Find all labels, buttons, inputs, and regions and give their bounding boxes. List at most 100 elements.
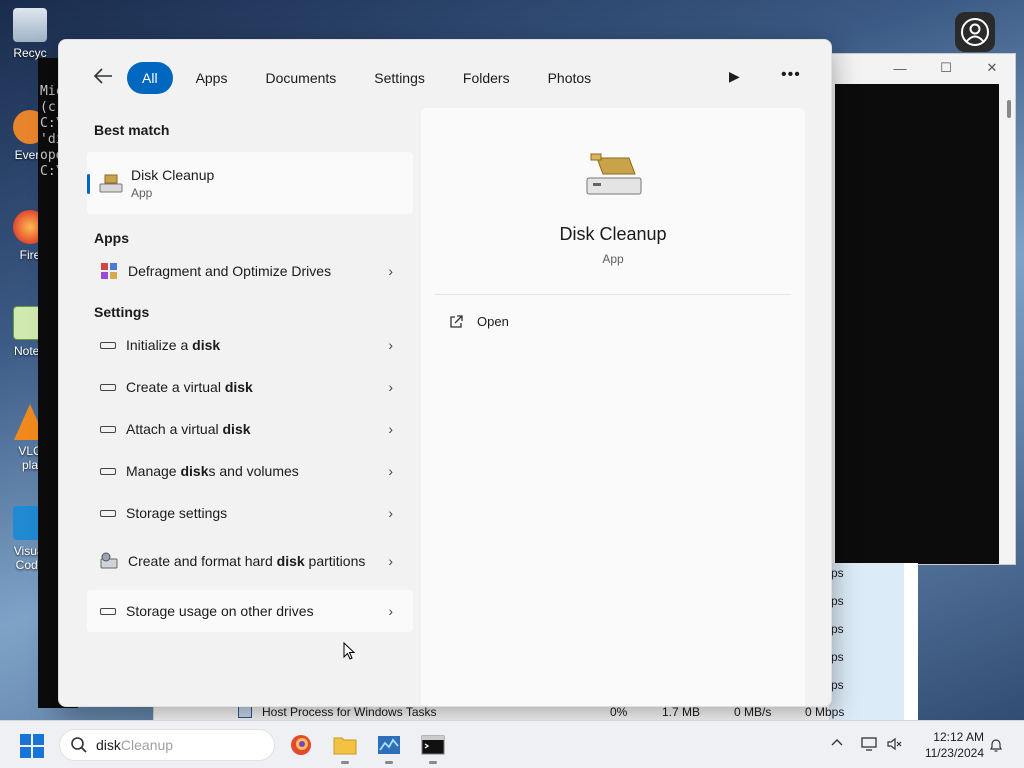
results-list: Best match Disk Cleanup App Apps Defragm… — [87, 116, 413, 632]
setting-result-label: Create a virtual disk — [126, 377, 366, 397]
disk-cleanup-large-icon — [586, 153, 642, 195]
taskbar-task-manager[interactable] — [377, 733, 401, 764]
search-filter-bar: All Apps Documents Settings Folders Phot… — [59, 40, 831, 116]
defragment-icon — [101, 263, 117, 279]
detail-type: App — [602, 252, 624, 266]
start-button[interactable] — [20, 734, 44, 758]
running-indicator — [429, 761, 437, 764]
terminal-window[interactable]: — ☐ ✕ — [830, 53, 1016, 565]
task-manager-icon — [378, 736, 400, 754]
mbps-label: ps — [831, 678, 844, 692]
windows-logo-icon — [20, 734, 31, 745]
taskbar: disk Cleanup 12:12 AM 11/23/2024 — [0, 720, 1024, 768]
user-icon — [961, 18, 989, 46]
drive-icon — [100, 467, 116, 475]
windows-logo-icon — [33, 747, 44, 758]
label-text: Attach a virtual — [126, 421, 223, 437]
setting-result-storage-usage-other-drives[interactable]: Storage usage on other drives › — [87, 590, 413, 632]
network-icon[interactable] — [861, 737, 877, 754]
filter-documents[interactable]: Documents — [250, 62, 352, 94]
setting-result-create-virtual-disk[interactable]: Create a virtual disk › — [87, 366, 413, 408]
label-text: Initialize a — [126, 337, 193, 353]
chevron-right-icon[interactable]: › — [388, 421, 393, 437]
drive-icon — [100, 509, 116, 517]
app-result-label: Defragment and Optimize Drives — [128, 263, 332, 279]
drive-icon — [100, 607, 116, 615]
chevron-right-icon[interactable]: › — [388, 603, 393, 619]
clock-date: 11/23/2024 — [924, 746, 984, 760]
best-match-item[interactable]: Disk Cleanup App — [87, 152, 413, 214]
setting-result-attach-virtual-disk[interactable]: Attach a virtual disk › — [87, 408, 413, 450]
maximize-icon[interactable]: ☐ — [923, 60, 969, 76]
taskbar-file-explorer[interactable] — [333, 733, 357, 764]
folder-icon — [333, 737, 357, 755]
process-network: 0 Mbps — [805, 705, 845, 719]
label-highlight: disk — [192, 337, 221, 353]
chevron-right-icon[interactable]: › — [388, 553, 393, 569]
setting-result-label: Storage settings — [126, 505, 228, 521]
computer-management-icon — [100, 552, 118, 569]
close-icon[interactable]: ✕ — [969, 60, 1015, 76]
mbps-label: ps — [831, 566, 844, 580]
terminal-icon — [421, 735, 445, 755]
drive-icon — [100, 425, 116, 433]
notification-bell-icon[interactable] — [988, 737, 1004, 756]
search-panel: All Apps Documents Settings Folders Phot… — [58, 39, 832, 707]
best-match-name: Disk Cleanup — [131, 166, 215, 183]
chevron-up-icon[interactable] — [831, 737, 843, 752]
play-icon[interactable]: ▶ — [729, 68, 740, 85]
system-clock[interactable]: 12:12 AM 11/23/2024 — [912, 729, 984, 761]
setting-result-storage-settings[interactable]: Storage settings › — [87, 492, 413, 534]
setting-result-manage-disks[interactable]: Manage disks and volumes › — [87, 450, 413, 492]
windows-logo-icon — [20, 747, 31, 758]
chevron-right-icon[interactable]: › — [388, 337, 393, 353]
taskbar-search-box[interactable]: disk Cleanup — [59, 729, 275, 761]
process-name: Host Process for Windows Tasks — [262, 705, 437, 719]
window-titlebar: — ☐ ✕ — [831, 54, 1015, 82]
process-cpu: 0% — [610, 705, 628, 719]
chevron-right-icon[interactable]: › — [388, 463, 393, 479]
search-autocomplete-text: Cleanup — [120, 737, 174, 753]
best-match-heading: Best match — [94, 122, 170, 138]
more-options-icon[interactable]: ••• — [781, 66, 801, 84]
setting-result-label: Create and format hard disk partitions — [128, 551, 368, 571]
setting-result-initialize-disk[interactable]: Initialize a disk › — [87, 324, 413, 366]
filter-folders[interactable]: Folders — [447, 62, 525, 94]
search-query-text: disk — [96, 737, 121, 753]
terminal-body[interactable] — [835, 84, 999, 564]
filter-settings[interactable]: Settings — [359, 62, 440, 94]
running-indicator — [341, 761, 349, 764]
process-icon — [238, 706, 252, 718]
desktop-icon-recycle-bin[interactable]: Recyc — [6, 8, 54, 60]
chevron-right-icon[interactable]: › — [388, 379, 393, 395]
minimize-icon[interactable]: — — [877, 61, 923, 76]
settings-heading: Settings — [94, 304, 150, 320]
label-text: Create a virtual — [126, 379, 225, 395]
divider — [435, 294, 791, 295]
mbps-label: ps — [831, 650, 844, 664]
taskbar-firefox[interactable] — [289, 733, 313, 757]
taskbar-terminal[interactable] — [421, 733, 445, 764]
account-button[interactable] — [955, 12, 995, 52]
chevron-right-icon[interactable]: › — [388, 263, 393, 279]
filter-photos[interactable]: Photos — [532, 62, 607, 94]
search-icon — [71, 737, 87, 753]
open-action[interactable]: Open — [449, 314, 509, 329]
app-result-defragment[interactable]: Defragment and Optimize Drives › — [87, 250, 413, 292]
open-action-label: Open — [477, 314, 509, 329]
process-memory: 1.7 MB — [662, 705, 701, 719]
setting-result-create-format-partitions[interactable]: Create and format hard disk partitions › — [87, 534, 413, 588]
mouse-cursor-icon — [343, 642, 355, 660]
filter-all[interactable]: All — [127, 62, 173, 94]
chevron-right-icon[interactable]: › — [388, 505, 393, 521]
label-text: Create and format hard — [128, 553, 277, 569]
mbps-label: ps — [831, 622, 844, 636]
apps-heading: Apps — [94, 230, 129, 246]
back-arrow-icon[interactable] — [93, 67, 119, 90]
setting-result-label: Storage usage on other drives — [126, 603, 314, 619]
scrollbar-thumb[interactable] — [1007, 100, 1011, 118]
label-text-tail: partitions — [304, 553, 366, 569]
filter-apps[interactable]: Apps — [180, 62, 243, 94]
label-text-tail: s and volumes — [208, 463, 299, 479]
volume-muted-icon[interactable] — [887, 737, 903, 754]
